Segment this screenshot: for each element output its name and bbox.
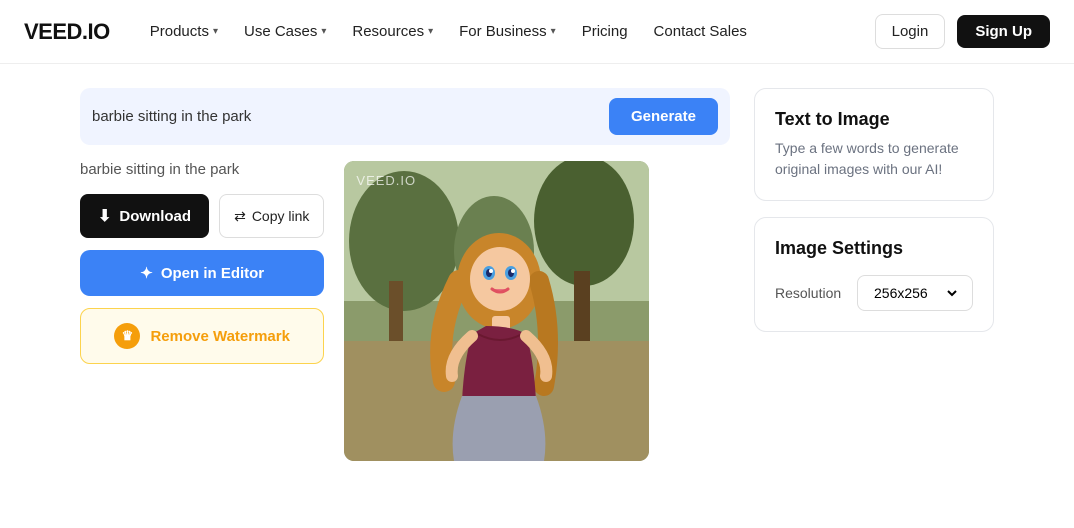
text-to-image-card: Text to Image Type a few words to genera… xyxy=(754,88,994,201)
prompt-label: barbie sitting in the park xyxy=(80,161,324,178)
controls: barbie sitting in the park ⬇ Download ⇄ … xyxy=(80,161,324,364)
image-watermark: VEED.IO xyxy=(356,173,416,188)
left-panel: Generate barbie sitting in the park ⬇ Do… xyxy=(80,88,730,461)
nav-item-resources[interactable]: Resources ▾ xyxy=(340,15,445,48)
nav-label-contact-sales: Contact Sales xyxy=(654,23,747,40)
image-settings-card: Image Settings Resolution 256x256 512x51… xyxy=(754,217,994,332)
image-area: barbie sitting in the park ⬇ Download ⇄ … xyxy=(80,161,730,461)
signup-button[interactable]: Sign Up xyxy=(957,15,1050,48)
search-bar: Generate xyxy=(80,88,730,145)
chevron-down-icon: ▾ xyxy=(321,26,326,37)
nav-item-contact-sales[interactable]: Contact Sales xyxy=(642,15,759,48)
generate-button[interactable]: Generate xyxy=(609,98,718,135)
copy-link-button[interactable]: ⇄ Copy link xyxy=(219,194,324,238)
generated-image: VEED.IO xyxy=(344,161,649,461)
resolution-dropdown[interactable]: 256x256 512x512 1024x1024 xyxy=(870,284,960,302)
open-in-editor-button[interactable]: ✦ Open in Editor xyxy=(80,250,324,296)
resolution-label: Resolution xyxy=(775,285,841,301)
logo[interactable]: VEED.IO xyxy=(24,19,110,45)
action-buttons-row: ⬇ Download ⇄ Copy link xyxy=(80,194,324,238)
crown-icon: ♛ xyxy=(114,323,140,349)
nav-item-products[interactable]: Products ▾ xyxy=(138,15,230,48)
chevron-down-icon: ▾ xyxy=(213,26,218,37)
nav-label-resources: Resources xyxy=(352,23,424,40)
info-card-description: Type a few words to generate original im… xyxy=(775,138,973,180)
download-button[interactable]: ⬇ Download xyxy=(80,194,209,238)
search-input[interactable] xyxy=(92,108,601,125)
nav-label-products: Products xyxy=(150,23,209,40)
main-content: Generate barbie sitting in the park ⬇ Do… xyxy=(0,64,1074,485)
nav-item-pricing[interactable]: Pricing xyxy=(570,15,640,48)
nav-label-for-business: For Business xyxy=(459,23,547,40)
resolution-row: Resolution 256x256 512x512 1024x1024 xyxy=(775,275,973,311)
nav-items: Products ▾ Use Cases ▾ Resources ▾ For B… xyxy=(138,15,759,48)
nav-item-use-cases[interactable]: Use Cases ▾ xyxy=(232,15,338,48)
download-icon: ⬇ xyxy=(98,206,111,226)
chevron-down-icon: ▾ xyxy=(551,26,556,37)
info-card-title: Text to Image xyxy=(775,109,973,130)
nav-item-for-business[interactable]: For Business ▾ xyxy=(447,15,568,48)
nav-label-pricing: Pricing xyxy=(582,23,628,40)
nav-label-use-cases: Use Cases xyxy=(244,23,317,40)
right-panel: Text to Image Type a few words to genera… xyxy=(754,88,994,461)
remove-watermark-button[interactable]: ♛ Remove Watermark xyxy=(80,308,324,364)
login-button[interactable]: Login xyxy=(875,14,946,49)
resolution-select[interactable]: 256x256 512x512 1024x1024 xyxy=(857,275,973,311)
chevron-down-icon: ▾ xyxy=(428,26,433,37)
editor-icon: ✦ xyxy=(140,264,153,282)
share-icon: ⇄ xyxy=(234,208,246,225)
navbar: VEED.IO Products ▾ Use Cases ▾ Resources… xyxy=(0,0,1074,64)
settings-card-title: Image Settings xyxy=(775,238,973,259)
